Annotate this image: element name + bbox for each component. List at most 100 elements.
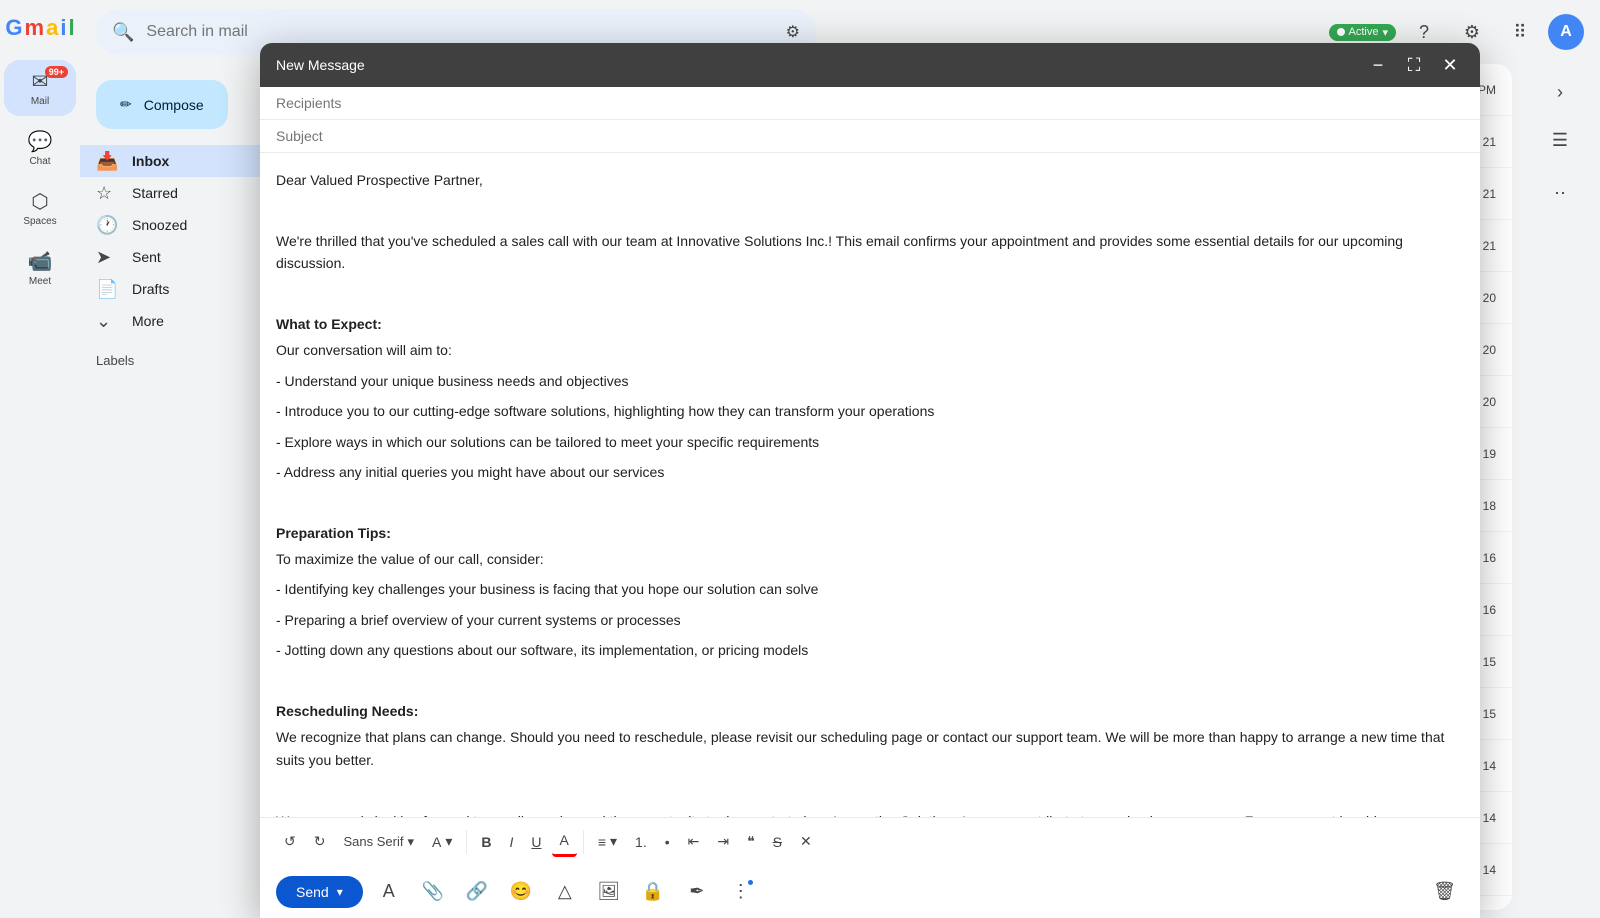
sidebar-item-mail-label: Mail xyxy=(31,96,49,107)
sidebar: Gmail ✉ Mail 99+ 💬 Chat ⬡ Spaces 📹 Meet xyxy=(0,0,80,918)
more-icon: ⌄ xyxy=(96,311,116,332)
toolbar-separator-2 xyxy=(583,830,584,854)
nav-drafts-label: Drafts xyxy=(132,281,169,297)
send-label: Send xyxy=(296,884,329,900)
spaces-icon: ⬡ xyxy=(31,189,48,214)
font-size-chevron: ▾ xyxy=(445,833,452,850)
nav-starred-label: Starred xyxy=(132,185,178,201)
photo-button[interactable]: 🖼 xyxy=(591,874,627,910)
chevron-down-icon: ▾ xyxy=(1382,26,1388,39)
right-panel: › ☰ ‥ xyxy=(1520,64,1600,918)
right-arrow-icon[interactable]: › xyxy=(1540,72,1580,112)
quote-button[interactable]: ❝ xyxy=(739,827,763,856)
drafts-icon: 📄 xyxy=(96,279,116,300)
unordered-list-button[interactable]: • xyxy=(657,828,678,856)
drive-button[interactable]: △ xyxy=(547,874,583,910)
compose-to-field xyxy=(260,87,1480,120)
spacer5 xyxy=(276,779,1464,801)
inbox-icon: 📥 xyxy=(96,151,116,172)
font-family-chevron: ▾ xyxy=(407,834,414,850)
more-options-button[interactable]: ⋮ xyxy=(723,874,759,910)
send-button[interactable]: Send ▾ xyxy=(276,876,363,908)
compose-body[interactable]: Dear Valued Prospective Partner, We're t… xyxy=(260,153,1480,817)
font-family-button[interactable]: Sans Serif ▾ xyxy=(335,828,422,856)
emoji-button[interactable]: 😊 xyxy=(503,874,539,910)
delete-button[interactable]: 🗑 xyxy=(1425,873,1464,910)
sidebar-item-chat[interactable]: 💬 Chat xyxy=(4,120,76,176)
sidebar-item-meet[interactable]: 📹 Meet xyxy=(4,240,76,296)
intro-text: We're thrilled that you've scheduled a s… xyxy=(276,230,1464,275)
attach-button[interactable]: 📎 xyxy=(415,874,451,910)
compose-icon: ✏ xyxy=(120,96,132,113)
section2-sub: To maximize the value of our call, consi… xyxy=(276,548,1464,570)
active-label: Active xyxy=(1349,26,1379,38)
list-view-icon[interactable]: ☰ xyxy=(1540,120,1580,160)
font-size-button[interactable]: A ▾ xyxy=(424,827,460,856)
compose-footer: Send ▾ A 📎 🔗 😊 △ 🖼 🔒 ✒ ⋮ 🗑 xyxy=(260,865,1480,918)
sent-icon: ➤ xyxy=(96,247,116,268)
section1-item2: - Explore ways in which our solutions ca… xyxy=(276,431,1464,453)
sidebar-item-meet-label: Meet xyxy=(29,276,51,287)
spacer1 xyxy=(276,199,1464,221)
mail-badge: 99+ xyxy=(45,66,68,78)
compose-subject-field xyxy=(260,120,1480,153)
spacer4 xyxy=(276,670,1464,692)
more-dot-indicator xyxy=(748,880,753,885)
section1-sub: Our conversation will aim to: xyxy=(276,339,1464,361)
active-status[interactable]: Active ▾ xyxy=(1329,24,1397,41)
section2-title: Preparation Tips: xyxy=(276,522,1464,544)
link-button[interactable]: 🔗 xyxy=(459,874,495,910)
spacer2 xyxy=(276,283,1464,305)
recipients-input[interactable] xyxy=(276,95,1464,111)
section3-body: We recognize that plans can change. Shou… xyxy=(276,726,1464,771)
sidebar-item-chat-label: Chat xyxy=(29,156,50,167)
indent-more-button[interactable]: ⇥ xyxy=(709,827,737,856)
section1-item1: - Introduce you to our cutting-edge soft… xyxy=(276,400,1464,422)
section2-item2: - Jotting down any questions about our s… xyxy=(276,639,1464,661)
section1-item3: - Address any initial queries you might … xyxy=(276,461,1464,483)
bold-button[interactable]: B xyxy=(473,828,499,856)
subject-input[interactable] xyxy=(276,128,1464,144)
gmail-logo: Gmail xyxy=(10,8,70,48)
search-input[interactable] xyxy=(146,23,773,41)
strikethrough-button[interactable]: S xyxy=(765,828,790,856)
compose-toolbar: ↺ ↻ Sans Serif ▾ A ▾ B I U A ≡ ▾ 1. • ⇤ … xyxy=(260,817,1480,865)
section2-item0: - Identifying key challenges your busine… xyxy=(276,578,1464,600)
section1-title: What to Expect: xyxy=(276,313,1464,335)
sidebar-item-mail[interactable]: ✉ Mail 99+ xyxy=(4,60,76,116)
minimize-button[interactable]: − xyxy=(1364,51,1392,79)
align-button[interactable]: ≡ ▾ xyxy=(590,827,625,856)
undo-button[interactable]: ↺ xyxy=(276,827,304,856)
compose-title: New Message xyxy=(276,57,365,73)
active-dot xyxy=(1337,28,1345,36)
indent-less-button[interactable]: ⇤ xyxy=(680,827,708,856)
lock-button[interactable]: 🔒 xyxy=(635,874,671,910)
clear-formatting-button[interactable]: ✕ xyxy=(792,827,820,856)
nav-more-label: More xyxy=(132,313,164,329)
maximize-button[interactable]: ⛶ xyxy=(1400,51,1428,79)
format-button[interactable]: A xyxy=(371,874,407,910)
italic-button[interactable]: I xyxy=(501,828,521,856)
signature-button[interactable]: ✒ xyxy=(679,874,715,910)
text-color-button[interactable]: A xyxy=(552,826,577,857)
redo-button[interactable]: ↻ xyxy=(306,827,334,856)
search-icon: 🔍 xyxy=(112,22,134,43)
chat-icon: 💬 xyxy=(28,129,53,154)
underline-button[interactable]: U xyxy=(523,828,549,856)
compose-modal: New Message − ⛶ ✕ Dear Valued Prospectiv… xyxy=(260,43,1480,918)
apps-button[interactable]: ⠿ xyxy=(1500,12,1540,52)
sidebar-item-spaces[interactable]: ⬡ Spaces xyxy=(4,180,76,236)
snoozed-icon: 🕐 xyxy=(96,215,116,236)
close-button[interactable]: ✕ xyxy=(1436,51,1464,79)
ordered-list-button[interactable]: 1. xyxy=(627,828,655,856)
compose-button[interactable]: ✏ Compose xyxy=(96,80,228,129)
greeting: Dear Valued Prospective Partner, xyxy=(276,169,1464,191)
closing-para: We are eagerly looking forward to our di… xyxy=(276,810,1464,817)
avatar[interactable]: A xyxy=(1548,14,1584,50)
sidebar-item-spaces-label: Spaces xyxy=(23,216,56,227)
toolbar-separator-1 xyxy=(466,830,467,854)
right-panel-toggle[interactable]: ‥ xyxy=(1540,168,1580,208)
nav-inbox-label: Inbox xyxy=(132,153,169,169)
section1-item0: - Understand your unique business needs … xyxy=(276,370,1464,392)
align-chevron: ▾ xyxy=(610,833,617,850)
